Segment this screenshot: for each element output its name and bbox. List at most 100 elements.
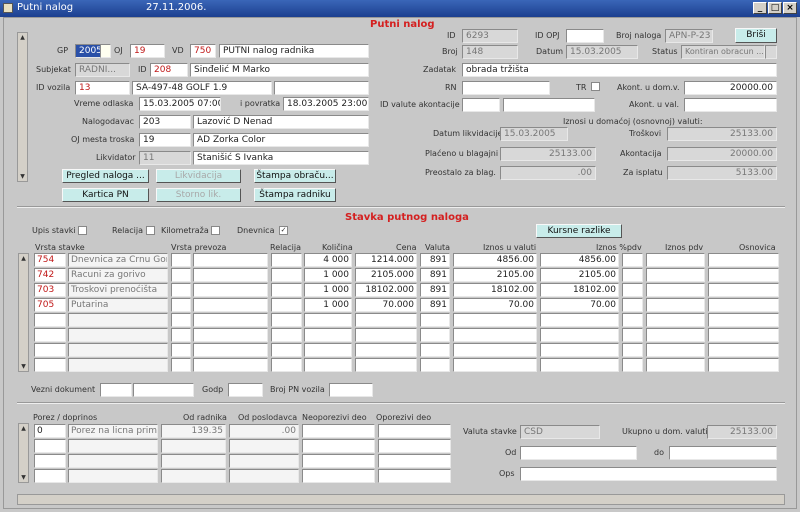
- brpn-field[interactable]: [329, 383, 373, 397]
- storno-likvidacije-button[interactable]: Storno lik.: [156, 188, 241, 202]
- stavka-cell[interactable]: [193, 313, 268, 327]
- stavka-cell[interactable]: [271, 283, 302, 297]
- stavka-cell[interactable]: [420, 328, 450, 342]
- stavka-cell[interactable]: 891: [420, 298, 450, 312]
- broj-field[interactable]: 148: [462, 45, 518, 59]
- porez-cell[interactable]: [229, 439, 299, 453]
- stavka-cell[interactable]: [622, 268, 643, 282]
- stavka-cell[interactable]: [453, 358, 537, 372]
- minimize-button[interactable]: _: [753, 2, 767, 14]
- stavka-cell[interactable]: [622, 313, 643, 327]
- stavka-cell[interactable]: 4856.00: [453, 253, 537, 267]
- stavka-cell[interactable]: [646, 268, 705, 282]
- stavka-cell[interactable]: 1 000: [304, 283, 352, 297]
- valuta-stavke-field[interactable]: CSD: [520, 425, 600, 439]
- stavka-cell[interactable]: 4856.00: [540, 253, 619, 267]
- stavka-cell[interactable]: [171, 343, 191, 357]
- stavka-cell[interactable]: Dnevnica za Crnu Gor: [68, 253, 168, 267]
- akont-val-field[interactable]: [684, 98, 777, 112]
- stavka-cell[interactable]: [453, 343, 537, 357]
- dnevnica-checkbox[interactable]: ✓: [279, 226, 288, 235]
- stavka-cell[interactable]: [646, 313, 705, 327]
- stavka-cell[interactable]: [622, 358, 643, 372]
- datlik-field[interactable]: 15.03.2005: [500, 127, 568, 141]
- porez-cell[interactable]: [34, 469, 66, 483]
- stavka-cell[interactable]: [193, 268, 268, 282]
- stampa-radniku-button[interactable]: Štampa radniku: [254, 188, 336, 202]
- upis-checkbox[interactable]: [78, 226, 87, 235]
- kilometraza-checkbox[interactable]: [211, 226, 220, 235]
- troskovi-field[interactable]: 25133.00: [667, 127, 777, 141]
- vd-field[interactable]: 750: [190, 44, 216, 58]
- povratka-field[interactable]: 18.03.2005 23:00: [283, 97, 369, 111]
- porez-cell[interactable]: [34, 454, 66, 468]
- stavka-cell[interactable]: [171, 358, 191, 372]
- stavka-cell[interactable]: [646, 328, 705, 342]
- stavka-cell[interactable]: 891: [420, 268, 450, 282]
- status-field[interactable]: Kontiran obracun ...: [681, 45, 765, 59]
- stavka-cell[interactable]: [271, 328, 302, 342]
- likvidator-id-field[interactable]: 11: [139, 151, 191, 165]
- ops-field[interactable]: [520, 467, 777, 481]
- stavka-cell[interactable]: [68, 343, 168, 357]
- stavka-cell[interactable]: [193, 358, 268, 372]
- ojmt-field[interactable]: AD Zorka Color: [193, 133, 369, 147]
- stavka-cell[interactable]: Putarina: [68, 298, 168, 312]
- stavka-cell[interactable]: [646, 283, 705, 297]
- stavka-cell[interactable]: [622, 328, 643, 342]
- stavka-cell[interactable]: [646, 358, 705, 372]
- scroll-up-icon[interactable]: ▲: [19, 424, 28, 433]
- maximize-button[interactable]: □: [768, 2, 782, 14]
- idopj-field[interactable]: [566, 29, 604, 43]
- porez-cell[interactable]: [229, 469, 299, 483]
- stavka-cell[interactable]: [540, 343, 619, 357]
- stavka-cell[interactable]: [540, 358, 619, 372]
- scroll-down-icon[interactable]: ▼: [19, 362, 28, 371]
- stavka-cell[interactable]: [193, 343, 268, 357]
- idval-name-field[interactable]: [503, 98, 595, 112]
- porez-cell[interactable]: [161, 439, 226, 453]
- pregled-naloga-button[interactable]: Pregled naloga ...: [62, 169, 149, 183]
- stavka-cell[interactable]: [708, 343, 779, 357]
- stavka-cell[interactable]: [271, 343, 302, 357]
- stavka-cell[interactable]: 18102.00: [453, 283, 537, 297]
- porez-cell[interactable]: [161, 469, 226, 483]
- stavka-cell[interactable]: [708, 313, 779, 327]
- stavka-cell[interactable]: 70.000: [355, 298, 417, 312]
- stavka-cell[interactable]: 2105.000: [355, 268, 417, 282]
- stavka-cell[interactable]: 18102.000: [355, 283, 417, 297]
- stavka-cell[interactable]: [193, 253, 268, 267]
- stavka-scrollbar[interactable]: ▲ ▼: [18, 253, 29, 372]
- porez-cell[interactable]: [378, 439, 451, 453]
- stavka-cell[interactable]: [304, 313, 352, 327]
- porez-cell[interactable]: [68, 439, 158, 453]
- placeno-field[interactable]: 25133.00: [500, 147, 596, 161]
- rn-field[interactable]: [462, 81, 550, 95]
- stavka-cell[interactable]: [193, 298, 268, 312]
- stavka-cell[interactable]: [708, 283, 779, 297]
- stavka-cell[interactable]: 2105.00: [453, 268, 537, 282]
- header-scrollbar[interactable]: ▲ ▼: [17, 32, 28, 182]
- stavka-cell[interactable]: [68, 358, 168, 372]
- stavka-cell[interactable]: 705: [34, 298, 66, 312]
- porez-cell[interactable]: [229, 454, 299, 468]
- scroll-down-icon[interactable]: ▼: [19, 473, 28, 482]
- stavka-cell[interactable]: 18102.00: [540, 283, 619, 297]
- gp-lov-field[interactable]: [100, 44, 111, 58]
- zaisplatu-field[interactable]: 5133.00: [667, 166, 777, 180]
- porez-cell[interactable]: [68, 469, 158, 483]
- stavka-cell[interactable]: 742: [34, 268, 66, 282]
- stavka-cell[interactable]: [171, 328, 191, 342]
- porez-cell[interactable]: [68, 454, 158, 468]
- porez-cell[interactable]: [302, 424, 375, 438]
- stavka-cell[interactable]: Racuni za gorivo: [68, 268, 168, 282]
- vozilo-id-field[interactable]: 13: [75, 81, 130, 95]
- stavka-cell[interactable]: [271, 313, 302, 327]
- stavka-cell[interactable]: [420, 313, 450, 327]
- stavka-cell[interactable]: 1 000: [304, 298, 352, 312]
- porez-cell[interactable]: [302, 469, 375, 483]
- vozilo-naziv-field[interactable]: SA-497-48 GOLF 1.9: [132, 81, 272, 95]
- stavka-cell[interactable]: [646, 253, 705, 267]
- horizontal-scrollbar[interactable]: [17, 494, 785, 505]
- idval-field[interactable]: [462, 98, 500, 112]
